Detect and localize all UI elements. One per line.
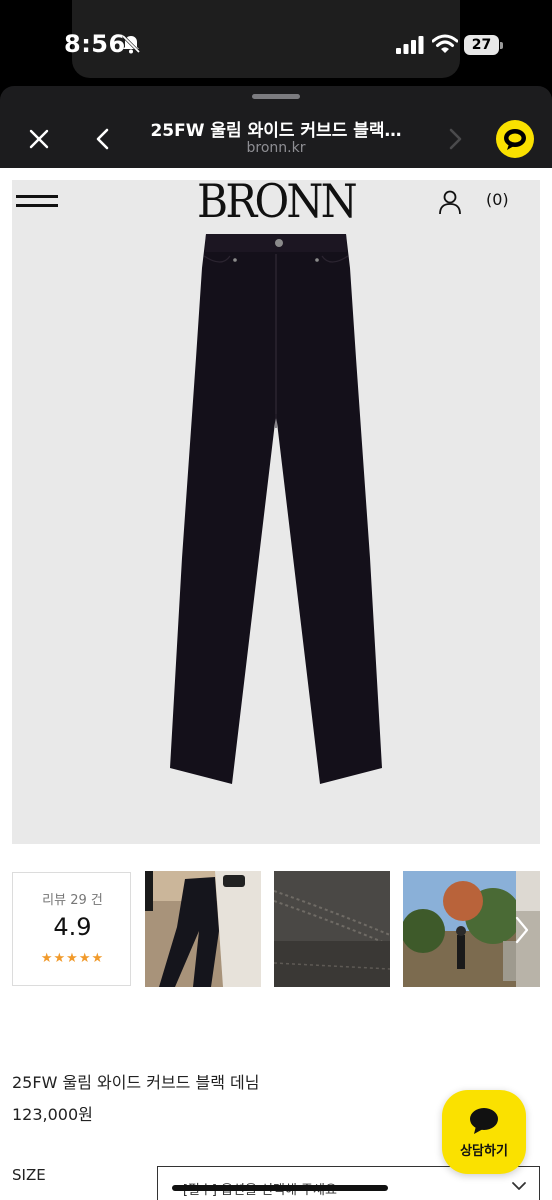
cart-count[interactable]: (0) bbox=[486, 190, 509, 209]
site-logo[interactable]: BRONN bbox=[184, 174, 368, 228]
review-score: 4.9 bbox=[53, 913, 92, 941]
page-title: 25FW 울림 와이드 커브드 블랙… bbox=[150, 121, 402, 141]
star-rating: ★★★★★ bbox=[40, 951, 105, 966]
review-summary-card[interactable]: 리뷰 29 건 4.9 ★★★★★ bbox=[12, 872, 131, 986]
menu-line bbox=[16, 195, 58, 198]
bell-muted-icon bbox=[121, 34, 141, 54]
hamburger-menu-button[interactable] bbox=[16, 193, 58, 213]
chat-consult-button[interactable]: 상담하기 bbox=[442, 1090, 526, 1174]
sheet-grabber[interactable] bbox=[252, 94, 300, 99]
black-wide-jeans-image bbox=[170, 234, 382, 784]
review-count: 리뷰 29 건 bbox=[42, 893, 103, 908]
chat-bubble-icon bbox=[470, 1108, 498, 1134]
forward-chevron-icon[interactable] bbox=[440, 122, 470, 156]
size-label: SIZE bbox=[12, 1166, 46, 1184]
kakao-share-button[interactable] bbox=[496, 120, 534, 158]
redaction-line bbox=[172, 1185, 388, 1191]
thumbnail-next-chevron-icon[interactable] bbox=[512, 914, 532, 946]
battery-level: 27 bbox=[464, 35, 499, 55]
outdoor-photo-thumbnail[interactable] bbox=[403, 871, 519, 987]
clock: 8:56 bbox=[64, 30, 126, 58]
battery-indicator: 27 bbox=[464, 35, 504, 55]
page-url: bronn.kr bbox=[246, 140, 306, 156]
status-bar: 8:56 27 bbox=[0, 0, 552, 86]
product-price: 123,000원 bbox=[12, 1105, 93, 1124]
user-icon[interactable] bbox=[437, 189, 463, 215]
speech-bubble-icon bbox=[504, 129, 526, 150]
review-photo-thumbnail[interactable] bbox=[145, 871, 261, 987]
wifi-icon bbox=[432, 34, 458, 53]
menu-line bbox=[16, 204, 58, 207]
product-name: 25FW 울림 와이드 커브드 블랙 데님 bbox=[12, 1073, 260, 1092]
cellular-signal-icon bbox=[396, 36, 424, 54]
battery-cap bbox=[500, 42, 503, 49]
denim-detail-thumbnail[interactable] bbox=[274, 871, 390, 987]
close-icon[interactable] bbox=[22, 122, 56, 156]
back-chevron-icon[interactable] bbox=[88, 122, 118, 156]
chevron-down-icon bbox=[512, 1182, 526, 1190]
browser-toolbar: 25FW 울림 와이드 커브드 블랙… bronn.kr bbox=[0, 86, 552, 168]
chat-button-label: 상담하기 bbox=[460, 1144, 508, 1159]
